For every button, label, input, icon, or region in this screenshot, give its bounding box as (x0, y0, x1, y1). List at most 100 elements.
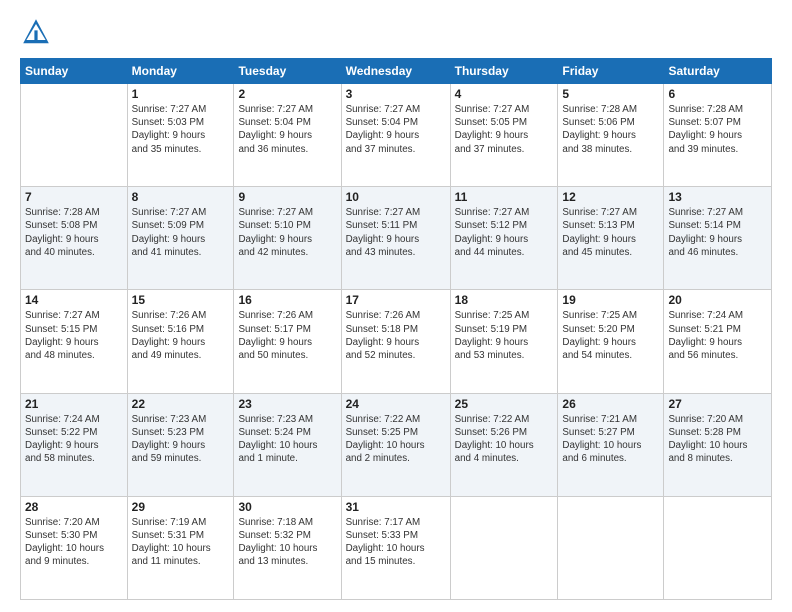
calendar-week-row: 14 Sunrise: 7:27 AM Sunset: 5:15 PM Dayli… (21, 290, 772, 393)
day-info: Sunrise: 7:24 AM Sunset: 5:21 PM Dayligh… (668, 309, 767, 362)
day-number: 19 (562, 293, 659, 307)
calendar-cell: 28 Sunrise: 7:20 AM Sunset: 5:30 PM Dayli… (21, 496, 128, 599)
calendar-cell: 10 Sunrise: 7:27 AM Sunset: 5:11 PM Dayli… (341, 187, 450, 290)
day-info: Sunrise: 7:28 AM Sunset: 5:08 PM Dayligh… (25, 206, 123, 259)
day-info: Sunrise: 7:27 AM Sunset: 5:05 PM Dayligh… (455, 103, 554, 156)
day-info: Sunrise: 7:27 AM Sunset: 5:04 PM Dayligh… (238, 103, 336, 156)
day-info: Sunrise: 7:22 AM Sunset: 5:25 PM Dayligh… (346, 413, 446, 466)
day-number: 16 (238, 293, 336, 307)
day-number: 10 (346, 190, 446, 204)
day-number: 28 (25, 500, 123, 514)
calendar-cell: 14 Sunrise: 7:27 AM Sunset: 5:15 PM Dayli… (21, 290, 128, 393)
logo-icon (20, 16, 52, 48)
day-number: 1 (132, 87, 230, 101)
calendar-cell: 27 Sunrise: 7:20 AM Sunset: 5:28 PM Dayli… (664, 393, 772, 496)
calendar-cell: 6 Sunrise: 7:28 AM Sunset: 5:07 PM Daylig… (664, 84, 772, 187)
day-info: Sunrise: 7:25 AM Sunset: 5:19 PM Dayligh… (455, 309, 554, 362)
day-info: Sunrise: 7:23 AM Sunset: 5:24 PM Dayligh… (238, 413, 336, 466)
day-info: Sunrise: 7:28 AM Sunset: 5:07 PM Dayligh… (668, 103, 767, 156)
day-info: Sunrise: 7:21 AM Sunset: 5:27 PM Dayligh… (562, 413, 659, 466)
day-number: 8 (132, 190, 230, 204)
day-number: 5 (562, 87, 659, 101)
day-number: 27 (668, 397, 767, 411)
calendar-cell: 11Sunrise: 7:27 AM Sunset: 5:12 PM Dayli… (450, 187, 558, 290)
day-info: Sunrise: 7:27 AM Sunset: 5:13 PM Dayligh… (562, 206, 659, 259)
calendar-cell (558, 496, 664, 599)
day-number: 23 (238, 397, 336, 411)
weekday-header-tuesday: Tuesday (234, 59, 341, 84)
day-number: 25 (455, 397, 554, 411)
day-number: 3 (346, 87, 446, 101)
calendar-cell: 24 Sunrise: 7:22 AM Sunset: 5:25 PM Dayli… (341, 393, 450, 496)
calendar-cell: 9 Sunrise: 7:27 AM Sunset: 5:10 PM Daylig… (234, 187, 341, 290)
day-number: 21 (25, 397, 123, 411)
calendar-cell (664, 496, 772, 599)
weekday-header-row: SundayMondayTuesdayWednesdayThursdayFrid… (21, 59, 772, 84)
day-number: 31 (346, 500, 446, 514)
calendar-cell: 22 Sunrise: 7:23 AM Sunset: 5:23 PM Dayli… (127, 393, 234, 496)
calendar-cell: 21 Sunrise: 7:24 AM Sunset: 5:22 PM Dayli… (21, 393, 128, 496)
day-info: Sunrise: 7:27 AM Sunset: 5:14 PM Dayligh… (668, 206, 767, 259)
day-info: Sunrise: 7:22 AM Sunset: 5:26 PM Dayligh… (455, 413, 554, 466)
weekday-header-monday: Monday (127, 59, 234, 84)
calendar-week-row: 1 Sunrise: 7:27 AM Sunset: 5:03 PM Daylig… (21, 84, 772, 187)
day-number: 17 (346, 293, 446, 307)
day-info: Sunrise: 7:23 AM Sunset: 5:23 PM Dayligh… (132, 413, 230, 466)
calendar-cell: 29Sunrise: 7:19 AM Sunset: 5:31 PM Dayli… (127, 496, 234, 599)
calendar-cell: 26Sunrise: 7:21 AM Sunset: 5:27 PM Dayli… (558, 393, 664, 496)
weekday-header-wednesday: Wednesday (341, 59, 450, 84)
day-info: Sunrise: 7:27 AM Sunset: 5:09 PM Dayligh… (132, 206, 230, 259)
day-info: Sunrise: 7:19 AM Sunset: 5:31 PM Dayligh… (132, 516, 230, 569)
day-number: 4 (455, 87, 554, 101)
weekday-header-thursday: Thursday (450, 59, 558, 84)
calendar-cell: 15Sunrise: 7:26 AM Sunset: 5:16 PM Dayli… (127, 290, 234, 393)
day-info: Sunrise: 7:28 AM Sunset: 5:06 PM Dayligh… (562, 103, 659, 156)
calendar-cell: 2Sunrise: 7:27 AM Sunset: 5:04 PM Daylig… (234, 84, 341, 187)
calendar-cell (450, 496, 558, 599)
day-info: Sunrise: 7:25 AM Sunset: 5:20 PM Dayligh… (562, 309, 659, 362)
weekday-header-sunday: Sunday (21, 59, 128, 84)
day-info: Sunrise: 7:18 AM Sunset: 5:32 PM Dayligh… (238, 516, 336, 569)
calendar-cell: 25 Sunrise: 7:22 AM Sunset: 5:26 PM Dayli… (450, 393, 558, 496)
calendar-cell: 13Sunrise: 7:27 AM Sunset: 5:14 PM Dayli… (664, 187, 772, 290)
page: SundayMondayTuesdayWednesdayThursdayFrid… (0, 0, 792, 612)
calendar-cell: 5 Sunrise: 7:28 AM Sunset: 5:06 PM Daylig… (558, 84, 664, 187)
day-info: Sunrise: 7:17 AM Sunset: 5:33 PM Dayligh… (346, 516, 446, 569)
calendar-table: SundayMondayTuesdayWednesdayThursdayFrid… (20, 58, 772, 600)
calendar-cell: 3 Sunrise: 7:27 AM Sunset: 5:04 PM Daylig… (341, 84, 450, 187)
day-info: Sunrise: 7:24 AM Sunset: 5:22 PM Dayligh… (25, 413, 123, 466)
day-number: 20 (668, 293, 767, 307)
calendar-cell: 20 Sunrise: 7:24 AM Sunset: 5:21 PM Dayli… (664, 290, 772, 393)
calendar-cell: 1 Sunrise: 7:27 AM Sunset: 5:03 PM Daylig… (127, 84, 234, 187)
calendar-week-row: 28 Sunrise: 7:20 AM Sunset: 5:30 PM Dayli… (21, 496, 772, 599)
day-info: Sunrise: 7:20 AM Sunset: 5:30 PM Dayligh… (25, 516, 123, 569)
weekday-header-saturday: Saturday (664, 59, 772, 84)
day-number: 14 (25, 293, 123, 307)
day-info: Sunrise: 7:27 AM Sunset: 5:10 PM Dayligh… (238, 206, 336, 259)
day-info: Sunrise: 7:27 AM Sunset: 5:11 PM Dayligh… (346, 206, 446, 259)
day-number: 15 (132, 293, 230, 307)
day-info: Sunrise: 7:27 AM Sunset: 5:15 PM Dayligh… (25, 309, 123, 362)
day-info: Sunrise: 7:20 AM Sunset: 5:28 PM Dayligh… (668, 413, 767, 466)
calendar-cell: 19 Sunrise: 7:25 AM Sunset: 5:20 PM Dayli… (558, 290, 664, 393)
calendar-cell: 31 Sunrise: 7:17 AM Sunset: 5:33 PM Dayli… (341, 496, 450, 599)
day-number: 7 (25, 190, 123, 204)
day-number: 12 (562, 190, 659, 204)
logo (20, 16, 56, 48)
calendar-cell: 4 Sunrise: 7:27 AM Sunset: 5:05 PM Daylig… (450, 84, 558, 187)
calendar-week-row: 21 Sunrise: 7:24 AM Sunset: 5:22 PM Dayli… (21, 393, 772, 496)
day-info: Sunrise: 7:27 AM Sunset: 5:12 PM Dayligh… (455, 206, 554, 259)
day-number: 9 (238, 190, 336, 204)
calendar-week-row: 7 Sunrise: 7:28 AM Sunset: 5:08 PM Daylig… (21, 187, 772, 290)
day-number: 24 (346, 397, 446, 411)
calendar-cell: 18Sunrise: 7:25 AM Sunset: 5:19 PM Dayli… (450, 290, 558, 393)
calendar-cell: 23 Sunrise: 7:23 AM Sunset: 5:24 PM Dayli… (234, 393, 341, 496)
calendar-cell: 7 Sunrise: 7:28 AM Sunset: 5:08 PM Daylig… (21, 187, 128, 290)
calendar-cell: 12 Sunrise: 7:27 AM Sunset: 5:13 PM Dayli… (558, 187, 664, 290)
day-info: Sunrise: 7:27 AM Sunset: 5:03 PM Dayligh… (132, 103, 230, 156)
day-number: 6 (668, 87, 767, 101)
calendar-body: 1 Sunrise: 7:27 AM Sunset: 5:03 PM Daylig… (21, 84, 772, 600)
day-number: 22 (132, 397, 230, 411)
header (20, 16, 772, 48)
day-info: Sunrise: 7:27 AM Sunset: 5:04 PM Dayligh… (346, 103, 446, 156)
